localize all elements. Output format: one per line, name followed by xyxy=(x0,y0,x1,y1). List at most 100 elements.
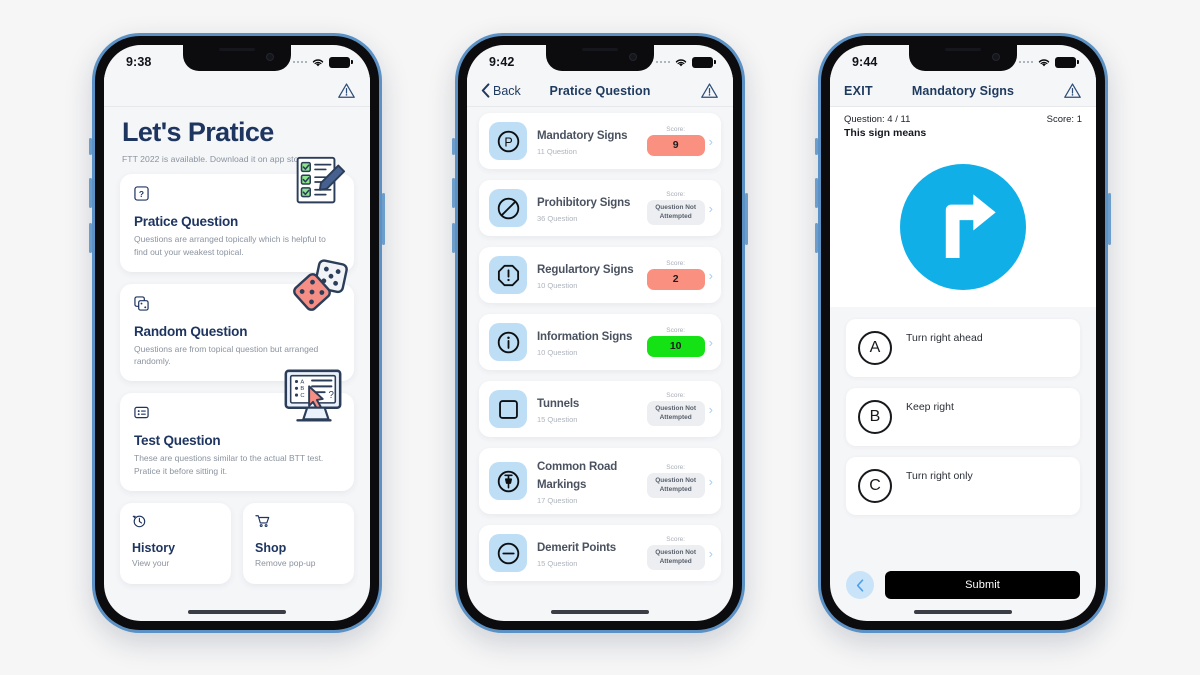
card-test-question[interactable]: Test Question These are questions simila… xyxy=(120,370,354,492)
phone-bezel: 9:38 Let's Pratice FTT 2022 is available… xyxy=(95,36,379,630)
earpiece-speaker xyxy=(219,48,255,51)
page-title: Let's Pratice xyxy=(122,117,274,147)
signal-dots-icon xyxy=(1018,60,1033,64)
chevron-right-icon[interactable]: › xyxy=(709,134,713,149)
screen-question: 9:44 EXIT Mandatory Signs Question: 4 / … xyxy=(830,45,1096,621)
list-item[interactable]: Information Signs 10 Question Score: 10 … xyxy=(479,314,721,370)
score-label: Score: xyxy=(666,191,686,199)
mini-card-shop[interactable]: Shop Remove pop-up xyxy=(243,503,354,585)
chevron-left-icon xyxy=(856,578,864,592)
list-item-score: Score: Question Not Attempted › xyxy=(646,536,713,570)
topic-name: Regulartory Signs xyxy=(537,264,634,276)
option-text-a: Turn right ahead xyxy=(906,332,983,344)
feature-card-list: ? Pratice Question Questions are arrange… xyxy=(104,157,370,492)
monitor-cursor-art: A B C ? xyxy=(284,370,342,422)
list-item-score: Score: 2 › xyxy=(646,260,713,290)
list-item[interactable]: Tunnels 15 Question Score: Question Not … xyxy=(479,381,721,437)
earpiece-speaker xyxy=(582,48,618,51)
sign-image-area xyxy=(830,147,1096,307)
turn-right-arrow-icon xyxy=(945,194,996,258)
score-label: Score: xyxy=(666,126,686,134)
home-indicator[interactable] xyxy=(914,610,1012,614)
list-item-text: Regulartory Signs 10 Question xyxy=(537,260,637,290)
chevron-right-icon[interactable]: › xyxy=(709,201,713,216)
screenshot-canvas: 9:38 Let's Pratice FTT 2022 is available… xyxy=(0,0,1200,675)
signal-dots-icon xyxy=(292,60,307,64)
score-badge: 10 xyxy=(646,336,705,357)
topic-name: Common Road Markings xyxy=(537,461,618,491)
list-item[interactable]: P Mandatory Signs 11 Question Score: 9 › xyxy=(479,113,721,169)
notch xyxy=(183,45,291,71)
question-footer: Submit xyxy=(830,571,1096,599)
chevron-right-icon[interactable]: › xyxy=(709,546,713,561)
power-button[interactable] xyxy=(1108,193,1111,245)
volume-down-button[interactable] xyxy=(815,223,818,253)
mini-card-title: Shop xyxy=(255,541,287,556)
battery-icon xyxy=(329,56,353,68)
answer-option-c[interactable]: C Turn right only xyxy=(846,457,1080,515)
volume-up-button[interactable] xyxy=(89,178,92,208)
mute-switch[interactable] xyxy=(89,138,92,155)
topic-name: Information Signs xyxy=(537,331,633,343)
topic-count: 10 Question xyxy=(537,348,578,357)
back-label: Back xyxy=(493,83,521,98)
answer-options: A Turn right ahead B Keep right C Turn r… xyxy=(830,307,1096,515)
topic-count: 11 Question xyxy=(537,147,577,156)
mini-card-desc: View your xyxy=(132,558,170,569)
card-title: Test Question xyxy=(134,433,221,449)
volume-down-button[interactable] xyxy=(452,223,455,253)
volume-up-button[interactable] xyxy=(815,178,818,208)
volume-up-button[interactable] xyxy=(452,178,455,208)
exit-button[interactable]: EXIT xyxy=(844,84,906,98)
score-label: Score: xyxy=(666,260,686,268)
list-item[interactable]: Regulartory Signs 10 Question Score: 2 › xyxy=(479,247,721,303)
home-indicator[interactable] xyxy=(551,610,649,614)
dice-art xyxy=(293,259,348,311)
chevron-right-icon[interactable]: › xyxy=(709,335,713,350)
chevron-left-icon xyxy=(481,83,490,98)
list-item-score: Score: 9 › xyxy=(646,126,713,156)
topic-list[interactable]: P Mandatory Signs 11 Question Score: 9 ›… xyxy=(467,107,733,621)
submit-button[interactable]: Submit xyxy=(885,571,1080,599)
status-indicators xyxy=(655,56,716,68)
list-item-text: Demerit Points 15 Question xyxy=(537,538,637,568)
answer-option-b[interactable]: B Keep right xyxy=(846,388,1080,446)
checklist-clipboard-art xyxy=(296,157,346,204)
score-badge: 2 xyxy=(646,269,705,290)
warning-triangle-icon[interactable] xyxy=(1020,82,1082,99)
nav-title: Pratice Question xyxy=(549,83,651,98)
chevron-right-icon[interactable]: › xyxy=(709,268,713,283)
power-button[interactable] xyxy=(745,193,748,245)
volume-down-button[interactable] xyxy=(89,223,92,253)
exit-label: EXIT xyxy=(844,83,873,98)
list-item[interactable]: Common Road Markings 17 Question Score: … xyxy=(479,448,721,514)
battery-icon xyxy=(1055,56,1079,68)
answer-option-a[interactable]: A Turn right ahead xyxy=(846,319,1080,377)
chevron-right-icon[interactable]: › xyxy=(709,474,713,489)
warning-triangle-icon[interactable] xyxy=(657,82,719,99)
home-indicator[interactable] xyxy=(188,610,286,614)
score-label: Score: xyxy=(666,327,686,335)
nav-bar: Back Pratice Question xyxy=(467,75,733,107)
no-entry-icon xyxy=(489,189,527,227)
list-item-text: Tunnels 15 Question xyxy=(537,394,637,424)
battery-icon xyxy=(692,56,716,68)
notch xyxy=(909,45,1017,71)
list-item[interactable]: Prohibitory Signs 36 Question Score: Que… xyxy=(479,180,721,236)
mute-switch[interactable] xyxy=(452,138,455,155)
wifi-icon xyxy=(675,58,687,66)
chevron-right-icon[interactable]: › xyxy=(709,402,713,417)
warning-triangle-icon[interactable] xyxy=(294,82,356,99)
minus-circle-icon xyxy=(489,534,527,572)
status-time: 9:44 xyxy=(852,55,878,69)
mute-switch[interactable] xyxy=(815,138,818,155)
card-title: Random Question xyxy=(134,323,248,339)
option-letter-c: C xyxy=(858,469,892,503)
mini-card-history[interactable]: History View your xyxy=(120,503,231,585)
list-item-text: Information Signs 10 Question xyxy=(537,327,637,357)
previous-question-button[interactable] xyxy=(846,571,874,599)
topic-name: Demerit Points xyxy=(537,542,617,554)
back-button[interactable]: Back xyxy=(481,83,543,98)
power-button[interactable] xyxy=(382,193,385,245)
list-item[interactable]: Demerit Points 15 Question Score: Questi… xyxy=(479,525,721,581)
